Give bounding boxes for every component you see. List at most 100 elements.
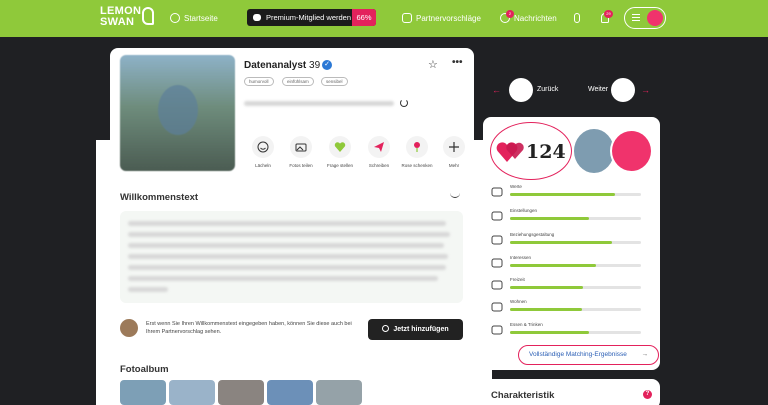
action-label: Schreiben xyxy=(368,163,390,168)
matching-progress-fill xyxy=(510,286,584,289)
next-profile-avatar[interactable] xyxy=(611,78,635,102)
arrow-right-icon: → xyxy=(641,351,649,358)
more-actions-button[interactable]: Mehr xyxy=(434,136,474,168)
matching-progress-track xyxy=(510,286,641,289)
plus-icon xyxy=(449,142,459,152)
blurred-text-line xyxy=(128,232,450,237)
user-avatar xyxy=(647,10,663,26)
blurred-text-line xyxy=(128,221,446,226)
hand-icon xyxy=(253,14,261,21)
nav-messages-label: Nachrichten xyxy=(514,14,557,23)
nav-home[interactable]: Startseite xyxy=(170,12,218,26)
action-label: Frage stellen xyxy=(326,163,353,168)
nav-suggestions[interactable]: Partnervorschläge xyxy=(402,12,481,26)
matching-category-row: Werte xyxy=(488,184,658,206)
lemonswan-logo[interactable]: LEMON SWAN xyxy=(100,6,156,32)
album-thumbnail[interactable] xyxy=(316,380,362,405)
matching-category-row: Wohnen xyxy=(488,299,658,321)
album-thumbnail[interactable] xyxy=(120,380,166,405)
matching-progress-fill xyxy=(510,308,583,311)
matching-category-row: Beziehungsgestaltung xyxy=(488,232,658,254)
matching-progress-fill xyxy=(510,217,589,220)
photos-icon xyxy=(295,143,307,152)
action-label: Mehr xyxy=(448,163,460,168)
share-photos-button[interactable]: Fotos teilen xyxy=(281,136,321,168)
profile-name: Datenanalyst xyxy=(244,60,307,71)
premium-label: Premium-Mitglied werden xyxy=(266,13,352,22)
arrow-right-icon[interactable]: → xyxy=(641,85,650,95)
back-link[interactable]: Zurück xyxy=(537,86,558,93)
house-icon xyxy=(490,300,504,312)
characteristics-title: Charakteristik xyxy=(491,390,555,401)
welcome-text-box xyxy=(120,211,463,303)
own-avatar xyxy=(120,319,138,337)
matching-progress-fill xyxy=(510,193,615,196)
premium-button[interactable]: Premium-Mitglied werden 66% xyxy=(247,9,376,26)
smile-button[interactable]: Lächeln xyxy=(243,136,283,168)
star-icon[interactable]: ☆ xyxy=(428,58,438,71)
verified-icon: ✓ xyxy=(322,60,332,70)
premium-percent: 66% xyxy=(352,9,376,26)
bookmark-button[interactable] xyxy=(574,12,582,26)
compass-icon xyxy=(490,209,504,221)
add-welcome-text-button[interactable]: Jetzt hinzufügen xyxy=(368,319,463,340)
next-link[interactable]: Weiter xyxy=(588,86,608,93)
matching-progress-track xyxy=(510,193,641,196)
matching-category-label: Beziehungsgestaltung xyxy=(510,232,555,237)
matching-progress-track xyxy=(510,308,641,311)
album-thumbnail[interactable] xyxy=(267,380,313,405)
blurred-text-line xyxy=(128,265,446,270)
album-thumbnail[interactable] xyxy=(169,380,215,405)
bookmark-icon xyxy=(574,13,580,23)
trait-tag: humorvoll xyxy=(244,77,274,86)
loading-spinner-icon xyxy=(400,99,408,107)
profile-age: 39 xyxy=(309,60,321,71)
nav-home-label: Startseite xyxy=(184,14,218,23)
score-highlight-ring xyxy=(490,122,572,180)
suggestions-icon xyxy=(402,13,412,23)
top-navigation-bar: LEMON SWAN Startseite Premium-Mitglied w… xyxy=(0,0,768,37)
matching-category-row: Freizeit xyxy=(488,277,658,299)
nav-suggestions-label: Partnervorschläge xyxy=(416,14,481,23)
welcome-info-text: Erst wenn Sie Ihren Willkommenstext eing… xyxy=(146,321,352,335)
cocktail-icon xyxy=(490,278,504,290)
previous-profile-avatar[interactable] xyxy=(509,78,533,102)
own-profile-avatar xyxy=(610,129,653,173)
matching-category-row: Interessen xyxy=(488,255,658,277)
full-matching-results-button[interactable]: Vollständige Matching-Ergebnisse → xyxy=(518,345,659,365)
write-message-button[interactable]: Schreiben xyxy=(359,136,399,168)
profile-photo[interactable] xyxy=(120,55,235,171)
matching-category-label: Werte xyxy=(510,184,522,189)
match-profile-avatar xyxy=(574,129,614,173)
matching-progress-track xyxy=(510,217,641,220)
matching-category-label: Freizeit xyxy=(510,277,525,282)
matching-category-row: Einstellungen xyxy=(488,208,658,230)
trait-tag: sensibel xyxy=(321,77,348,86)
paper-plane-icon xyxy=(374,142,384,152)
bowl-icon xyxy=(490,323,504,335)
matching-category-label: Interessen xyxy=(510,255,532,260)
blurred-profile-info xyxy=(244,101,394,106)
welcome-text-title: Willkommenstext xyxy=(120,192,199,203)
scale-icon xyxy=(490,185,504,197)
smile-icon xyxy=(257,141,269,153)
help-icon[interactable]: ? xyxy=(643,390,652,399)
album-thumbnail[interactable] xyxy=(218,380,264,405)
matching-progress-fill xyxy=(510,264,597,267)
heart-question-icon xyxy=(334,142,346,152)
give-rose-button[interactable]: Rose schenken xyxy=(397,136,437,168)
matching-category-row: Essen & Trinken xyxy=(488,322,658,344)
matching-progress-track xyxy=(510,241,641,244)
ask-question-button[interactable]: Frage stellen xyxy=(320,136,360,168)
blurred-text-line xyxy=(128,254,448,259)
arrow-left-icon[interactable]: ← xyxy=(492,85,501,95)
action-label: Lächeln xyxy=(255,163,271,168)
more-options-icon[interactable]: ••• xyxy=(452,57,463,68)
swan-icon xyxy=(142,7,154,25)
edit-icon xyxy=(382,325,390,332)
user-menu-button[interactable] xyxy=(624,7,666,29)
home-icon xyxy=(170,13,180,23)
matching-progress-track xyxy=(510,331,641,334)
action-label: Rose schenken xyxy=(401,163,433,168)
add-button-label: Jetzt hinzufügen xyxy=(393,326,449,333)
